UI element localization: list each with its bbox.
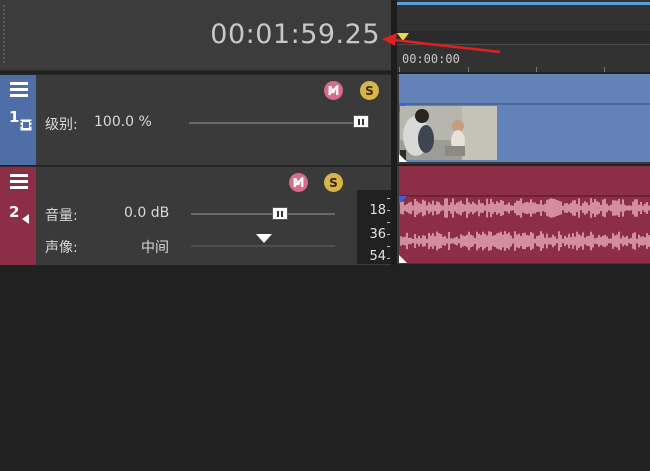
mute-icon: M: [292, 175, 305, 190]
track-mute-button[interactable]: M: [289, 173, 308, 192]
level-value[interactable]: 100.0 %: [94, 114, 152, 130]
meter-tick: [387, 258, 390, 259]
clip-divider: [399, 103, 650, 105]
ruler-tick: [604, 67, 605, 72]
volume-slider-knob[interactable]: [272, 207, 288, 220]
volume-slider-track[interactable]: [191, 213, 335, 215]
track-number: 2: [9, 203, 20, 221]
annotation-arrow: [382, 33, 501, 54]
clip-corner-icon: [399, 255, 407, 263]
current-time-readout[interactable]: 00:01:59.25: [210, 19, 380, 50]
audio-track-lane[interactable]: [397, 166, 650, 264]
track-mute-button[interactable]: M: [324, 81, 343, 100]
audio-waveform: [400, 198, 650, 251]
solo-icon: S: [329, 175, 338, 190]
meter-tick: [387, 246, 390, 247]
ruler-tick: [468, 67, 469, 72]
video-track-color-strip[interactable]: 1: [0, 75, 36, 165]
time-display-panel: 00:01:59.25: [0, 0, 391, 71]
meter-label: 54: [369, 249, 386, 264]
pan-slider-track[interactable]: [191, 245, 335, 247]
audio-track-header[interactable]: 2 M S 音量: 0.0 dB 声像: 中间: [0, 166, 391, 266]
video-track-lane[interactable]: [397, 74, 650, 164]
waveform-channel: [400, 231, 650, 251]
waveform-channel: [400, 198, 650, 218]
pan-slider-knob-icon[interactable]: [256, 234, 272, 243]
video-thumbnail: [400, 106, 497, 160]
track-solo-button[interactable]: S: [324, 173, 343, 192]
track-menu-icon[interactable]: [10, 82, 28, 98]
meter-tick: [387, 234, 390, 235]
level-slider-track[interactable]: [189, 122, 369, 124]
ruler-tick: [399, 67, 400, 72]
audio-clip[interactable]: [399, 166, 650, 263]
mute-icon: M: [327, 83, 340, 98]
audio-level-meter: 18 36 54: [357, 190, 391, 264]
meter-tick: [387, 198, 390, 199]
meter-label: 36: [369, 227, 386, 242]
ruler-tick: [536, 67, 537, 72]
meter-label: 18: [369, 203, 386, 218]
loop-region-bar[interactable]: [397, 2, 650, 5]
volume-label: 音量:: [45, 208, 78, 224]
volume-value[interactable]: 0.0 dB: [124, 205, 169, 221]
solo-icon: S: [365, 83, 374, 98]
meter-tick: [387, 210, 390, 211]
level-slider-knob[interactable]: [353, 115, 369, 128]
video-track-header[interactable]: 1 M S 级别: 100.0 %: [0, 74, 391, 166]
panel-grip-handle[interactable]: [2, 4, 6, 64]
track-menu-icon[interactable]: [10, 174, 28, 190]
pan-label: 声像:: [45, 240, 78, 256]
meter-tick: [387, 222, 390, 223]
clip-corner-icon: [399, 154, 407, 162]
pan-value[interactable]: 中间: [141, 237, 169, 257]
track-solo-button[interactable]: S: [360, 81, 379, 100]
track-number: 1: [9, 108, 20, 126]
audio-track-icon: [22, 214, 29, 224]
audio-track-color-strip[interactable]: 2: [0, 167, 36, 265]
video-clip[interactable]: [399, 74, 650, 162]
level-label: 级别:: [45, 117, 78, 133]
video-track-icon: [20, 119, 32, 131]
